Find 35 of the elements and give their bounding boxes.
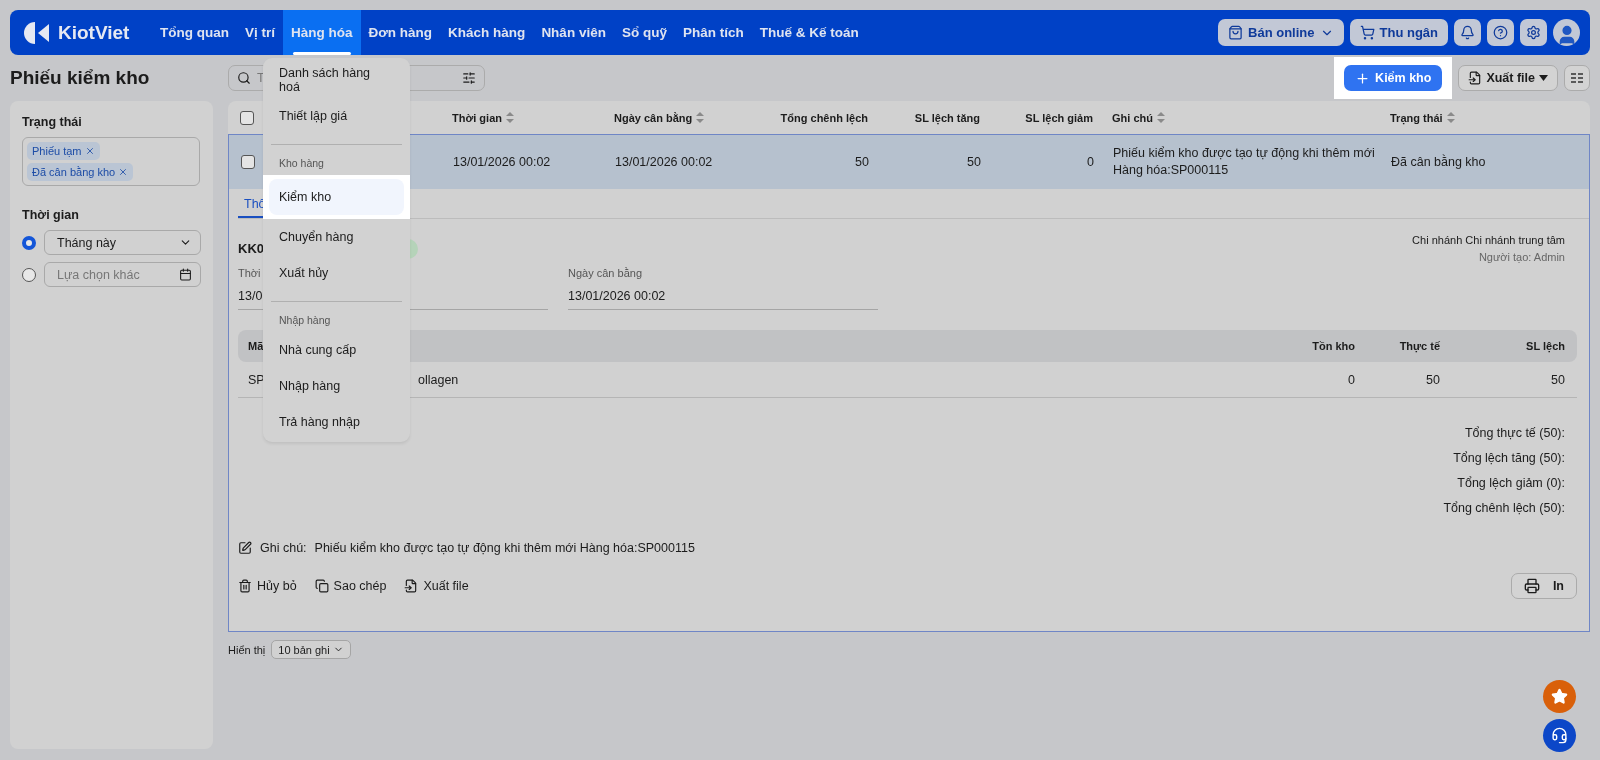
branch-text: Chi nhánh Chi nhánh trung tâm <box>1412 234 1565 246</box>
stocktake-code: KK0 <box>238 241 264 256</box>
column-header: Mã <box>248 340 264 352</box>
page-title: Phiếu kiểm kho <box>10 66 151 90</box>
total-label: Tổng thực tế (50): <box>1464 426 1565 440</box>
note-text: Phiếu kiểm kho được tạo tự động khi thêm mới Hàng hóa:SP000115 <box>314 541 695 555</box>
menu-section-heading: Kho hàng <box>278 156 325 171</box>
filter-label: Trạng thái <box>22 115 83 129</box>
table-cell-text: 0 <box>1086 153 1094 171</box>
pagination-label: Hiển thị <box>228 643 266 656</box>
filter-label: Thời gian <box>22 208 80 222</box>
menu-section-heading: Nhập hàng <box>278 313 332 328</box>
field-value: 13/01/2026 00:02 <box>568 289 667 303</box>
field-label: Thời <box>238 267 261 279</box>
note-label: Ghi chú: <box>260 541 307 555</box>
column-header: SL lệch <box>1525 340 1565 352</box>
table-cell-text: 0 <box>1347 372 1355 387</box>
table-cell-text: 50 <box>966 153 981 171</box>
table-cell: ollagen <box>418 372 459 387</box>
logo-text: KiotViet <box>58 21 130 44</box>
column-header: Thực tế <box>1398 340 1440 352</box>
table-cell-text: 13/01/2026 00:02 <box>615 153 714 171</box>
table-cell-text: 50 <box>1425 372 1440 387</box>
table-cell-text: 50 <box>854 153 869 171</box>
total-label: Tổng lệch tăng (50): <box>1453 451 1565 465</box>
field-value: 13/0 <box>238 289 264 303</box>
table-cell-text: 50 <box>1550 372 1565 387</box>
table-cell-text: Phiếu kiểm kho được tạo tự động khi thêm mới Hàng hóa:SP000115 <box>1112 145 1376 179</box>
field-label: Ngày cân bằng <box>568 267 642 279</box>
table-cell-text: Đã cân bằng kho <box>1391 153 1487 171</box>
table-cell-text: 13/01/2026 00:02 <box>453 153 552 171</box>
total-label: Tổng chênh lệch (50): <box>1443 501 1565 515</box>
total-label: Tổng lệch giảm (0): <box>1457 476 1565 490</box>
creator-text: Người tạo: Admin <box>1478 251 1565 263</box>
column-header: Tồn kho <box>1311 340 1355 352</box>
